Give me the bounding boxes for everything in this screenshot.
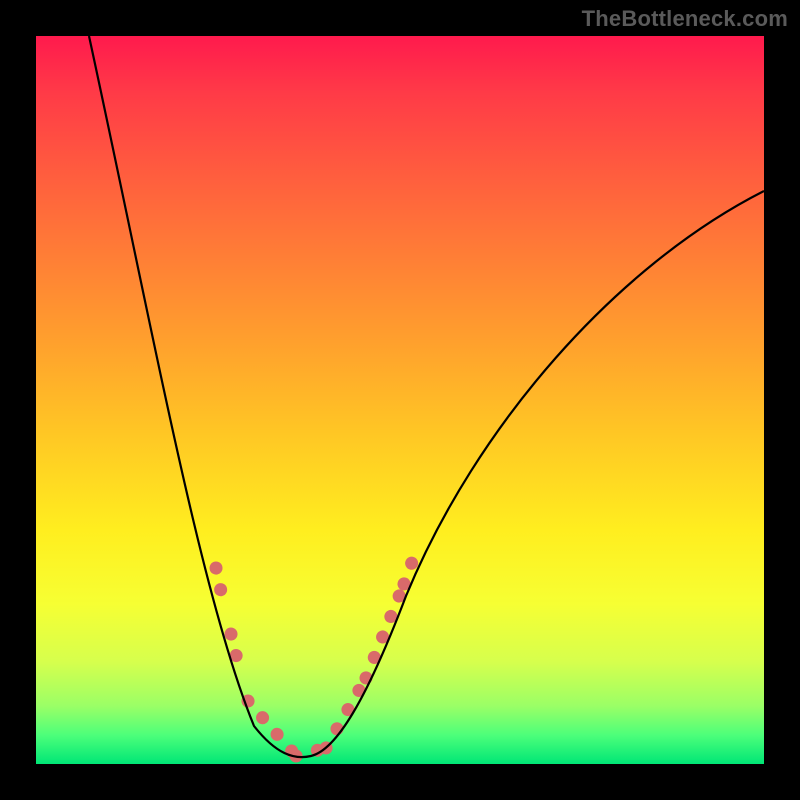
highlight-segment [216,568,222,596]
chart-frame: TheBottleneck.com [0,0,800,800]
curve-svg [36,36,764,764]
highlight-segment [231,634,241,676]
bottleneck-curve [89,36,764,757]
watermark-text: TheBottleneck.com [582,6,788,32]
plot-area [36,36,764,764]
highlight-segment [366,584,404,678]
highlight-layer [216,546,418,756]
highlight-segment [404,546,418,584]
highlight-segment [326,678,366,748]
